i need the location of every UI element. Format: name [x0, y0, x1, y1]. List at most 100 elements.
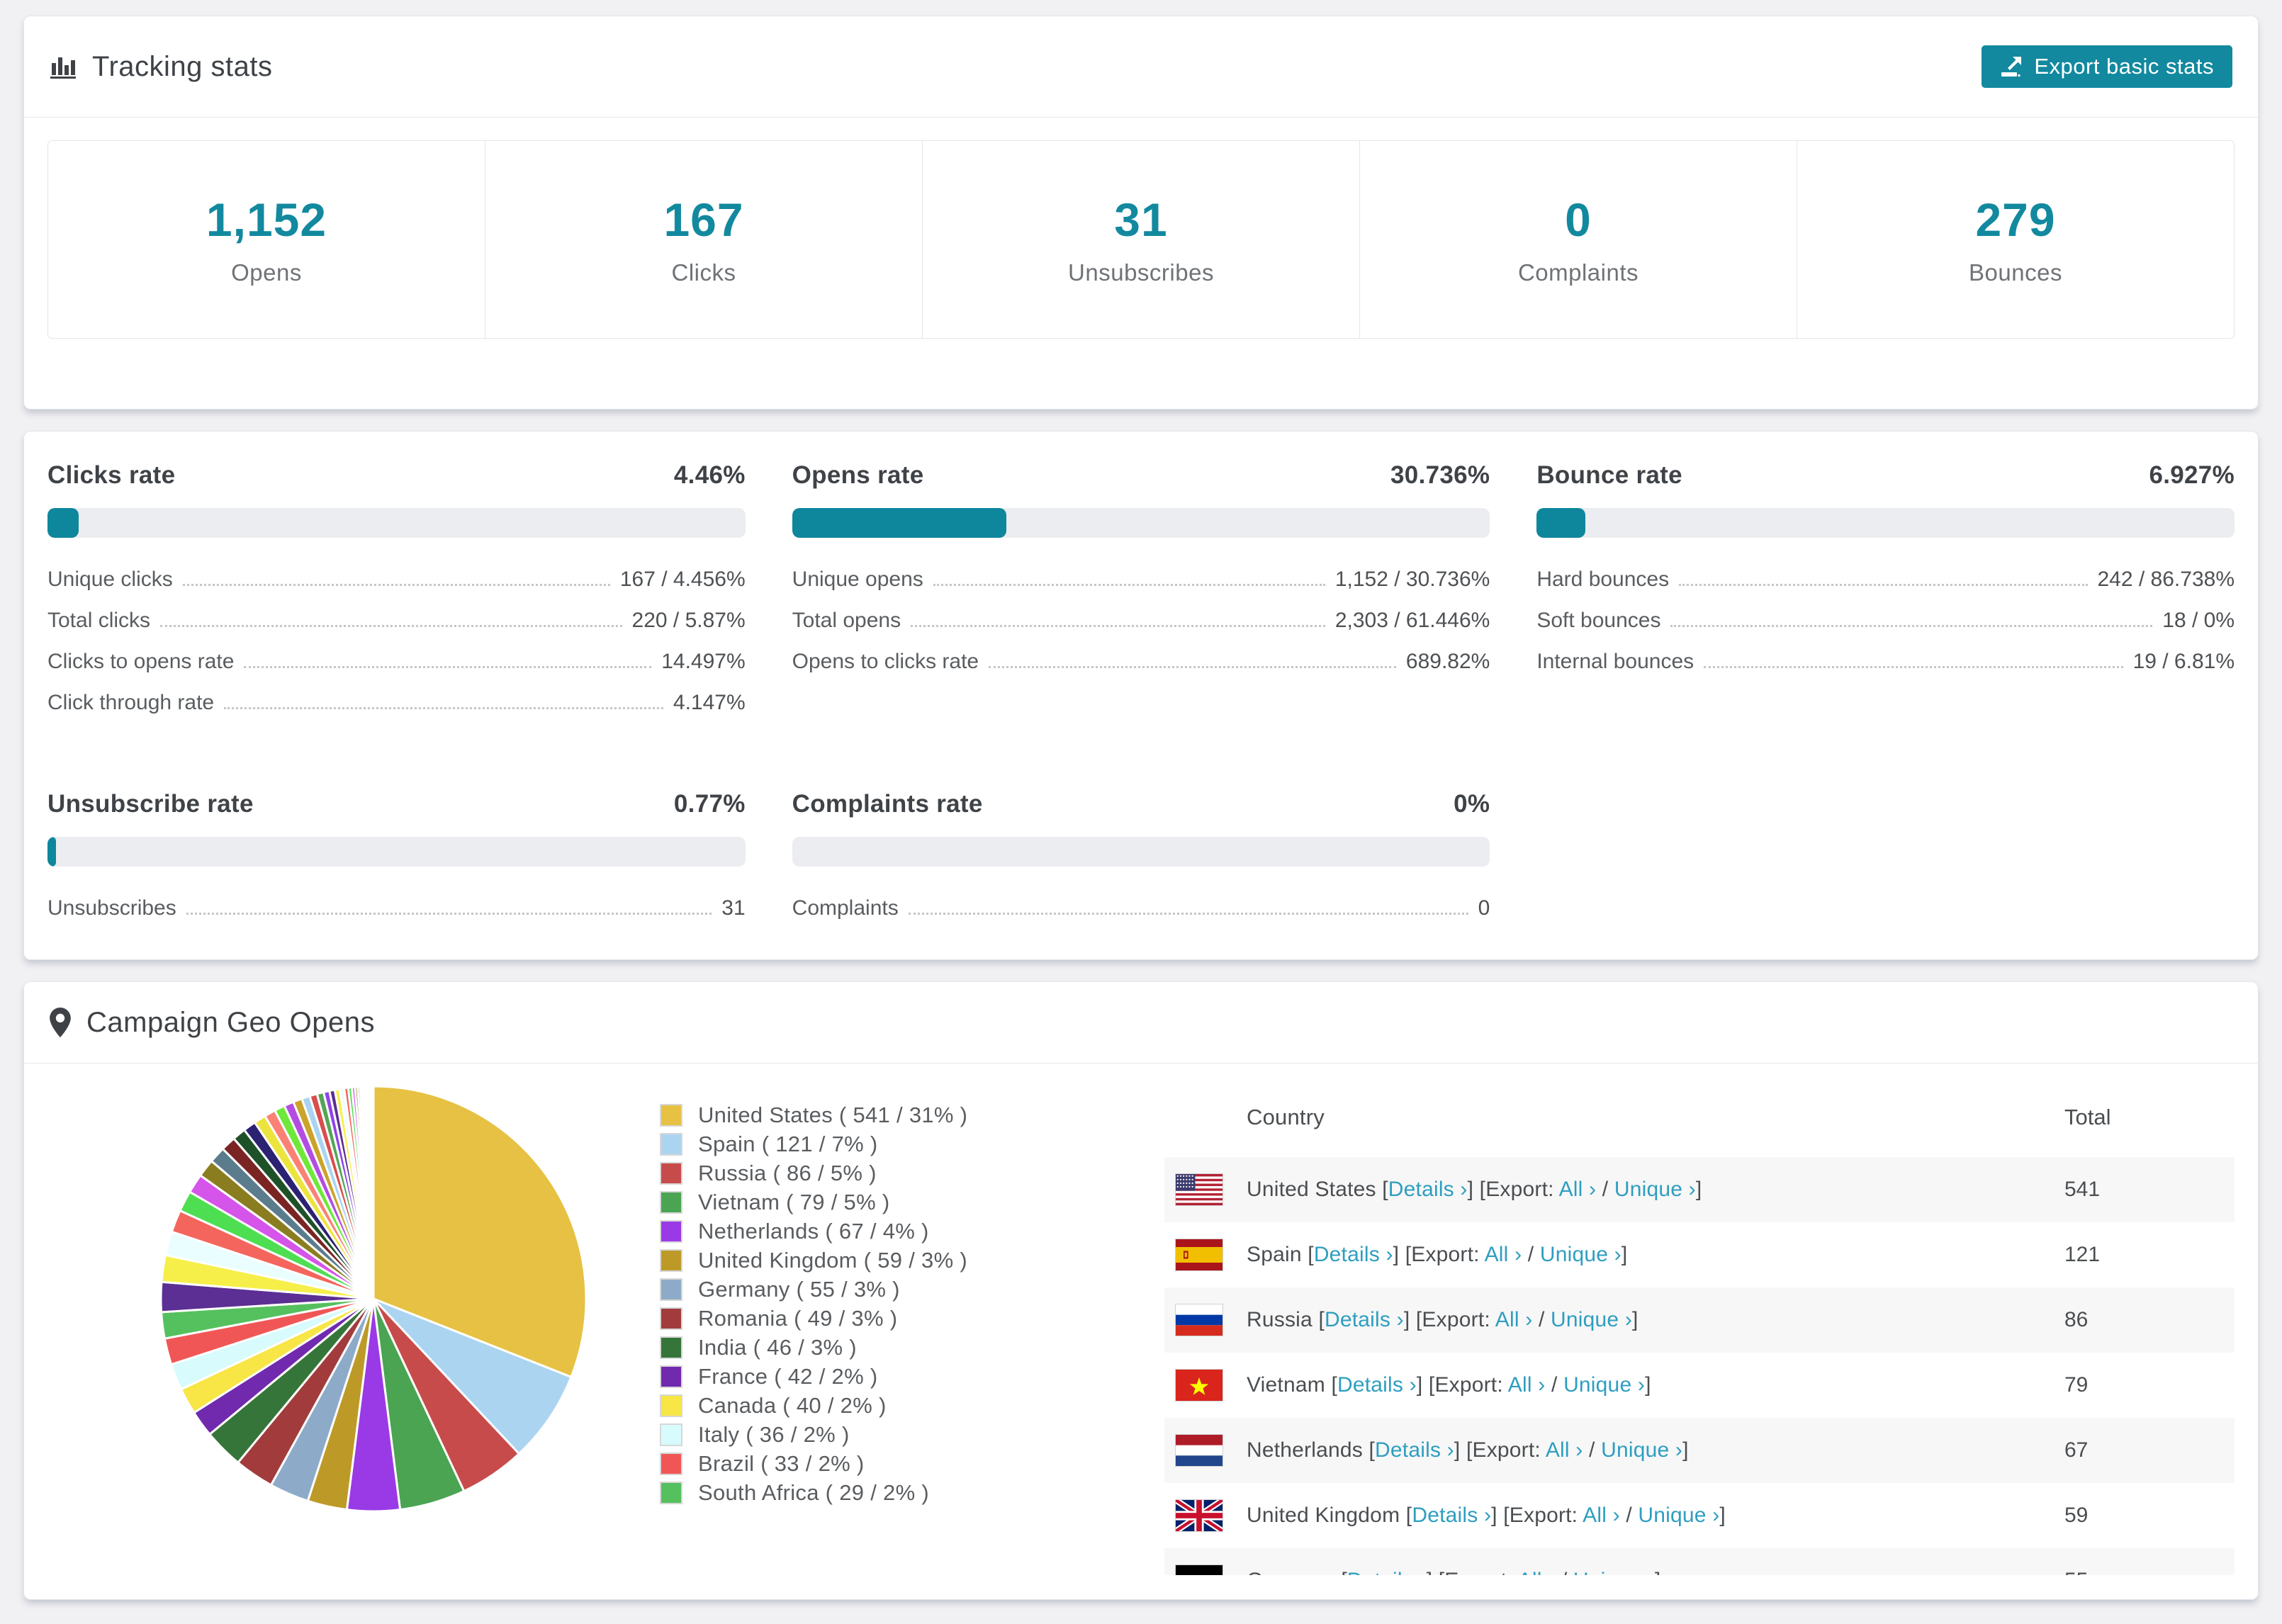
export-all-link[interactable]: All ›: [1583, 1504, 1620, 1527]
dotted-leader: [1679, 584, 2088, 586]
country-name: Russia: [1247, 1308, 1313, 1331]
legend-item-united-kingdom[interactable]: United Kingdom ( 59 / 3% ): [660, 1246, 1164, 1275]
details-link[interactable]: Details ›: [1337, 1373, 1417, 1397]
flag-cell: [1164, 1304, 1247, 1336]
total-cell: 67: [2064, 1438, 2089, 1462]
legend-item-vietnam[interactable]: Vietnam ( 79 / 5% ): [660, 1188, 1164, 1217]
metric-row-internal-bounces: Internal bounces 19 / 6.81%: [1536, 650, 2235, 691]
export-unique-link[interactable]: Unique ›: [1638, 1504, 1719, 1527]
metric-row-unique-clicks: Unique clicks 167 / 4.456%: [47, 568, 746, 609]
export-prefix: Export:: [1422, 1308, 1490, 1331]
export-all-link[interactable]: All ›: [1559, 1178, 1597, 1201]
dotted-leader: [911, 625, 1325, 627]
legend-item-canada[interactable]: Canada ( 40 / 2% ): [660, 1391, 1164, 1420]
export-all-link[interactable]: All ›: [1485, 1243, 1522, 1266]
export-all-link[interactable]: All ›: [1495, 1308, 1533, 1331]
legend-label: South Africa ( 29 / 2% ): [698, 1479, 929, 1505]
country-name: United States: [1247, 1178, 1376, 1201]
bar-chart-icon: [50, 57, 76, 79]
metric-label: Complaints: [792, 896, 899, 920]
details-link[interactable]: Details ›: [1325, 1308, 1404, 1331]
total-column-header: Total: [2064, 1105, 2111, 1129]
legend-item-russia[interactable]: Russia ( 86 / 5% ): [660, 1158, 1164, 1188]
export-unique-link[interactable]: Unique ›: [1551, 1308, 1632, 1331]
legend-label: France ( 42 / 2% ): [698, 1363, 878, 1389]
export-all-link[interactable]: All ›: [1508, 1373, 1546, 1397]
progress-bar-track: [792, 508, 1490, 538]
tracking-stats-card: Tracking stats Export basic stats 1,152 …: [23, 16, 2259, 410]
stat-label: Complaints: [1517, 259, 1639, 286]
rate-head: Clicks rate 4.46%: [47, 461, 746, 490]
flag-us: [1175, 1173, 1223, 1206]
export-unique-link[interactable]: Unique ›: [1563, 1373, 1645, 1397]
export-all-link[interactable]: All ›: [1518, 1569, 1556, 1575]
progress-bar-fill: [1536, 508, 1585, 538]
metric-value: 220 / 5.87%: [631, 609, 746, 632]
legend-swatch: [660, 1248, 682, 1272]
flag-cell: [1164, 1369, 1247, 1402]
legend-item-romania[interactable]: Romania ( 49 / 3% ): [660, 1304, 1164, 1333]
flag-de: [1175, 1564, 1223, 1575]
total-cell: 121: [2064, 1243, 2101, 1266]
page-title: Tracking stats: [92, 50, 273, 82]
legend-item-netherlands[interactable]: Netherlands ( 67 / 4% ): [660, 1217, 1164, 1246]
export-unique-link[interactable]: Unique ›: [1601, 1438, 1682, 1462]
rate-metric-rows: Unique clicks 167 / 4.456% Total clicks …: [47, 568, 746, 732]
export-prefix: Export:: [1434, 1373, 1503, 1397]
legend-item-united-states[interactable]: United States ( 541 / 31% ): [660, 1100, 1164, 1129]
rate-section-bounce: Bounce rate 6.927% Hard bounces 242 / 86…: [1536, 461, 2235, 732]
legend-item-germany[interactable]: Germany ( 55 / 3% ): [660, 1275, 1164, 1304]
legend-item-south-africa[interactable]: South Africa ( 29 / 2% ): [660, 1478, 1164, 1507]
stat-label: Clicks: [671, 259, 736, 286]
stat-box-bounces: 279 Bounces: [1797, 141, 2234, 338]
rate-section-clicks: Clicks rate 4.46% Unique clicks 167 / 4.…: [47, 461, 746, 732]
flag-cell: [1164, 1173, 1247, 1206]
country-cell: United States [Details ›] [Export: All ›…: [1247, 1178, 1702, 1201]
export-basic-stats-button[interactable]: Export basic stats: [1982, 45, 2232, 88]
flag-ru: [1175, 1304, 1223, 1336]
metric-label: Total clicks: [47, 609, 151, 632]
export-prefix: Export:: [1485, 1178, 1554, 1201]
geo-opens-pie-chart[interactable]: [154, 1079, 593, 1518]
legend-label: Germany ( 55 / 3% ): [698, 1276, 900, 1302]
rate-title: Clicks rate: [47, 461, 176, 489]
legend-item-italy[interactable]: Italy ( 36 / 2% ): [660, 1420, 1164, 1449]
rate-percentage: 6.927%: [2149, 461, 2235, 489]
legend-swatch: [660, 1307, 682, 1330]
legend-item-spain[interactable]: Spain ( 121 / 7% ): [660, 1129, 1164, 1158]
legend-swatch: [660, 1452, 682, 1475]
geo-table-row-es: Spain [Details ›] [Export: All › / Uniqu…: [1164, 1222, 2235, 1287]
legend-swatch: [660, 1481, 682, 1504]
legend-item-brazil[interactable]: Brazil ( 33 / 2% ): [660, 1449, 1164, 1478]
total-cell: 55: [2064, 1569, 2235, 1575]
details-link[interactable]: Details ›: [1388, 1178, 1468, 1201]
metric-value: 19 / 6.81%: [2132, 650, 2235, 673]
export-all-link[interactable]: All ›: [1546, 1438, 1583, 1462]
rate-head: Bounce rate 6.927%: [1536, 461, 2235, 490]
metric-label: Opens to clicks rate: [792, 650, 979, 673]
rate-percentage: 0%: [1454, 790, 1490, 818]
rates-card: Clicks rate 4.46% Unique clicks 167 / 4.…: [23, 431, 2259, 960]
stat-value: 167: [663, 193, 744, 246]
legend-label: Russia ( 86 / 5% ): [698, 1160, 877, 1185]
details-link[interactable]: Details ›: [1314, 1243, 1393, 1266]
export-unique-link[interactable]: Unique ›: [1540, 1243, 1621, 1266]
legend-item-india[interactable]: India ( 46 / 3% ): [660, 1333, 1164, 1362]
geo-table-header-row: Country Total: [1164, 1078, 2235, 1157]
details-link[interactable]: Details ›: [1412, 1504, 1491, 1527]
details-link[interactable]: Details ›: [1375, 1438, 1454, 1462]
geo-table-row-de: Germany [Details ›] [Export: All › / Uni…: [1164, 1548, 2235, 1575]
progress-bar-fill: [47, 837, 56, 867]
export-unique-link[interactable]: Unique ›: [1573, 1569, 1655, 1575]
metric-value: 4.147%: [673, 691, 746, 714]
legend-item-france[interactable]: France ( 42 / 2% ): [660, 1362, 1164, 1391]
metric-label: Unsubscribes: [47, 896, 176, 920]
country-cell: Spain [Details ›] [Export: All › / Uniqu…: [1247, 1243, 1628, 1266]
dotted-leader: [908, 913, 1468, 915]
country-cell: Russia [Details ›] [Export: All › / Uniq…: [1247, 1308, 1639, 1331]
stat-label: Bounces: [1969, 259, 2062, 286]
details-link[interactable]: Details ›: [1347, 1569, 1427, 1575]
header-divider: [24, 117, 2258, 118]
rate-title: Unsubscribe rate: [47, 790, 254, 818]
export-unique-link[interactable]: Unique ›: [1614, 1178, 1696, 1201]
